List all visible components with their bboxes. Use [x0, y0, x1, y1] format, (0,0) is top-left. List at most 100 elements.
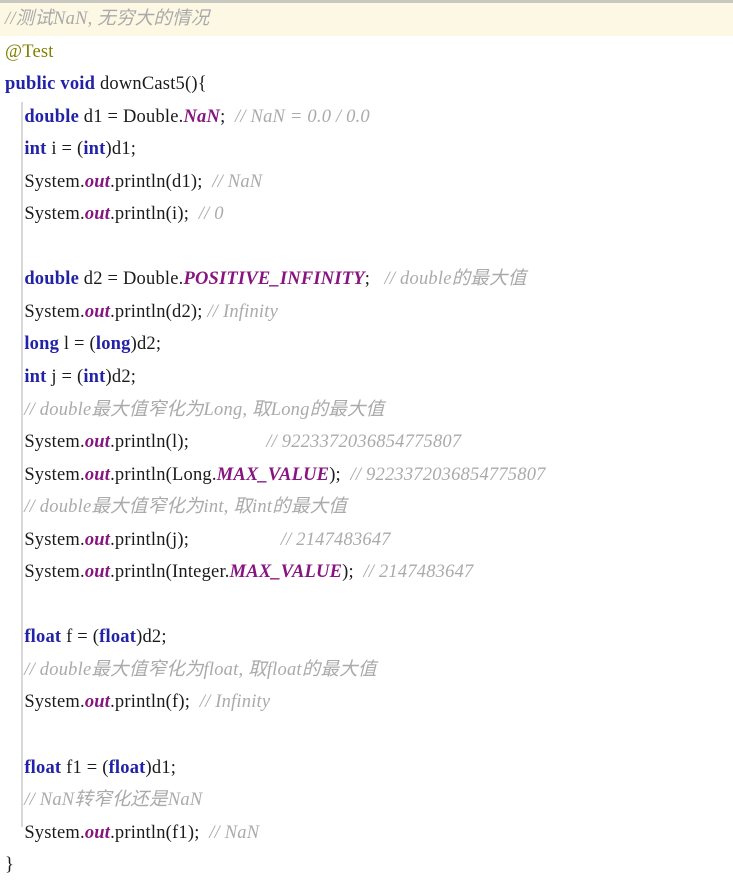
constant-out: out: [84, 301, 111, 322]
keyword-int: int: [24, 367, 47, 388]
constant-max-value: MAX_VALUE: [229, 562, 343, 583]
expr-tail: )d1;: [105, 139, 137, 160]
expr: d2 = Double.: [78, 269, 184, 290]
constant-out: out: [84, 529, 111, 550]
keyword-int-cast: int: [83, 367, 106, 388]
code-line-annotation: @Test: [0, 36, 733, 69]
code-line-println-d1: System.out.println(d1); // NaN: [0, 166, 733, 199]
code-line-println-integer-max: System.out.println(Integer.MAX_VALUE); /…: [0, 556, 733, 589]
comment-text: // 2147483647: [353, 562, 474, 583]
system-prefix: System.: [24, 529, 85, 550]
system-prefix: System.: [24, 464, 85, 485]
expr: .println(f);: [110, 692, 191, 713]
expr: .println(Integer.: [110, 562, 230, 583]
keyword-float-cast: float: [108, 757, 146, 778]
comment-text: // Infinity: [190, 692, 271, 713]
code-line-println-f: System.out.println(f); // Infinity: [0, 686, 733, 719]
annotation-test: @Test: [5, 41, 54, 62]
code-line-comment-header: //测试NaN, 无穷大的情况: [0, 3, 733, 36]
keyword-void: void: [60, 74, 96, 95]
keyword-float-cast: float: [99, 627, 137, 648]
constant-out: out: [84, 171, 111, 192]
comment-text: // 9223372036854775807: [340, 464, 546, 485]
keyword-double: double: [24, 269, 79, 290]
comment-text: // double最大值窄化为int, 取int的最大值: [5, 497, 347, 518]
comment-text: // double最大值窄化为float, 取float的最大值: [5, 659, 377, 680]
comment-text: // NaN = 0.0 / 0.0: [225, 106, 370, 127]
code-line-comment-nan: // NaN转窄化还是NaN: [0, 784, 733, 817]
system-prefix: System.: [24, 432, 85, 453]
system-prefix: System.: [24, 301, 85, 322]
expr-tail: )d2;: [130, 334, 162, 355]
expr-tail: )d1;: [145, 757, 177, 778]
code-line-float-f: float f = (float)d2;: [0, 621, 733, 654]
expr-tail: )d2;: [136, 627, 167, 648]
code-line-println-long-max: System.out.println(Long.MAX_VALUE); // 9…: [0, 459, 733, 492]
closing-brace: }: [5, 855, 15, 876]
constant-nan: NaN: [183, 106, 221, 127]
signature-tail: (){: [185, 74, 207, 95]
comment-text: // Infinity: [202, 301, 279, 322]
system-prefix: System.: [24, 822, 85, 843]
keyword-public: public: [5, 74, 56, 95]
code-line-float-f1: float f1 = (float)d1;: [0, 752, 733, 785]
comment-text: // NaN: [202, 171, 263, 192]
constant-out: out: [84, 464, 111, 485]
comment-text: //测试NaN, 无穷大的情况: [5, 9, 210, 29]
comment-text: // double的最大值: [370, 269, 527, 290]
constant-out: out: [84, 204, 111, 225]
code-line-method-signature: public void downCast5(){: [0, 68, 733, 101]
code-line-println-d2: System.out.println(d2); // Infinity: [0, 296, 733, 329]
expr: f = (: [61, 627, 100, 648]
system-prefix: System.: [24, 692, 85, 713]
comment-text: // NaN: [199, 822, 260, 843]
expr: l = (: [59, 334, 96, 355]
keyword-int-cast: int: [83, 139, 106, 160]
code-line-int-i: int i = (int)d1;: [0, 133, 733, 166]
keyword-float: float: [24, 757, 62, 778]
keyword-int: int: [24, 139, 47, 160]
system-prefix: System.: [24, 171, 85, 192]
code-block[interactable]: //测试NaN, 无穷大的情况 @Test public void downCa…: [0, 0, 733, 893]
code-line-int-j: int j = (int)d2;: [0, 361, 733, 394]
keyword-float: float: [24, 627, 62, 648]
expr: .println(i);: [110, 204, 190, 225]
code-line-long-l: long l = (long)d2;: [0, 328, 733, 361]
code-line-println-f1: System.out.println(f1); // NaN: [0, 817, 733, 850]
keyword-double: double: [24, 106, 79, 127]
code-line-closing-brace: }: [0, 849, 733, 882]
keyword-long-cast: long: [95, 334, 131, 355]
code-line-println-j: System.out.println(j); // 2147483647: [0, 524, 733, 557]
code-line-comment-int: // double最大值窄化为int, 取int的最大值: [0, 491, 733, 524]
code-line-println-i: System.out.println(i); // 0: [0, 198, 733, 231]
expr: .println(l);: [110, 432, 190, 453]
expr-tail: );: [329, 464, 341, 485]
code-line-double-d1: double d1 = Double.NaN; // NaN = 0.0 / 0…: [0, 101, 733, 134]
keyword-long: long: [24, 334, 60, 355]
constant-positive-infinity: POSITIVE_INFINITY: [183, 269, 365, 290]
constant-out: out: [84, 822, 111, 843]
system-prefix: System.: [24, 204, 85, 225]
expr: f1 = (: [61, 757, 109, 778]
method-name: downCast5: [95, 74, 185, 95]
expr: .println(j);: [110, 529, 190, 550]
constant-max-value: MAX_VALUE: [216, 464, 330, 485]
